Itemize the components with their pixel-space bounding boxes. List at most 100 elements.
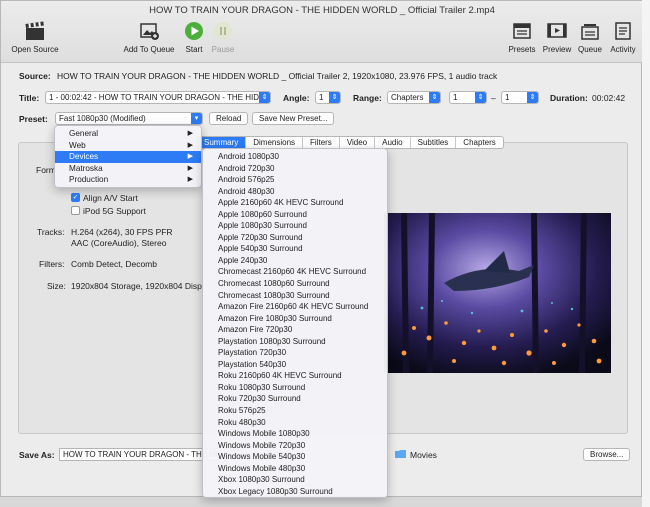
tab-dimensions[interactable]: Dimensions xyxy=(246,137,304,148)
queue-icon xyxy=(581,24,599,40)
folder-icon xyxy=(395,450,406,458)
start-label: Start xyxy=(185,45,203,54)
filters-value: Comb Detect, Decomb xyxy=(71,259,157,269)
submenu-arrow-icon: ▶ xyxy=(187,141,193,149)
device-preset-item[interactable]: Amazon Fire 720p30 xyxy=(203,324,387,336)
preset-category-menu: General ▶ Web ▶ Devices ▶ Matroska ▶ Product… xyxy=(54,125,202,188)
start-button[interactable]: Start xyxy=(181,21,207,54)
preset-select-value: Fast 1080p30 (Modified) xyxy=(59,114,146,123)
device-preset-item[interactable]: Windows Mobile 480p30 xyxy=(203,463,387,475)
activity-button[interactable]: Activity xyxy=(605,21,641,54)
presets-label: Presets xyxy=(508,45,536,54)
tab-video[interactable]: Video xyxy=(340,137,376,148)
activity-label: Activity xyxy=(610,45,636,54)
queue-button[interactable]: Queue xyxy=(575,21,605,54)
tab-chapters[interactable]: Chapters xyxy=(456,137,502,148)
menu-item-web[interactable]: Web ▶ xyxy=(55,140,201,152)
device-preset-item[interactable]: Chromecast 1080p30 Surround xyxy=(203,290,387,302)
submenu-arrow-icon: ▶ xyxy=(187,164,193,172)
preview-image xyxy=(384,213,611,373)
submenu-arrow-icon: ▶ xyxy=(187,130,193,137)
size-label: Size: xyxy=(47,281,66,291)
add-photo-icon xyxy=(140,23,159,40)
tab-summary[interactable]: Summary xyxy=(197,137,247,148)
chevron-updown-icon: ⇕ xyxy=(259,92,270,103)
device-preset-item[interactable]: Android 576p25 xyxy=(203,174,387,186)
chevron-updown-icon: ⇕ xyxy=(475,92,486,103)
submenu-arrow-icon: ▶ xyxy=(187,176,193,183)
preview-button[interactable]: Preview xyxy=(540,21,574,54)
add-to-queue-button[interactable]: Add To Queue xyxy=(119,21,179,54)
pause-icon xyxy=(214,22,232,40)
device-preset-item[interactable]: Apple 2160p60 4K HEVC Surround xyxy=(203,197,387,209)
device-preset-item[interactable]: Apple 720p30 Surround xyxy=(203,232,387,244)
device-preset-item[interactable]: Windows Mobile 1080p30 xyxy=(203,428,387,440)
device-preset-item[interactable]: Apple 540p30 Surround xyxy=(203,243,387,255)
align-av-checkbox[interactable]: ✓ xyxy=(71,193,80,202)
device-preset-item[interactable]: Chromecast 2160p60 4K HEVC Surround xyxy=(203,266,387,278)
device-preset-item[interactable]: Roku 720p30 Surround xyxy=(203,393,387,405)
device-preset-item[interactable]: Windows Mobile 540p30 xyxy=(203,451,387,463)
presets-button[interactable]: Presets xyxy=(505,21,539,54)
ipod-label: iPod 5G Support xyxy=(83,206,146,216)
device-preset-item[interactable]: Xbox 1080p30 Surround xyxy=(203,474,387,486)
tab-audio[interactable]: Audio xyxy=(375,137,411,148)
device-preset-item[interactable]: Roku 576p25 xyxy=(203,405,387,417)
ipod-checkbox[interactable] xyxy=(71,206,80,215)
chevron-updown-icon: ⇕ xyxy=(527,92,538,103)
menu-item-devices[interactable]: Devices ▶ xyxy=(55,151,201,163)
pause-button[interactable]: Pause xyxy=(208,21,238,54)
presets-icon xyxy=(513,23,531,39)
device-preset-item[interactable]: Apple 240p30 xyxy=(203,255,387,267)
save-as-field[interactable]: HOW TO TRAIN YOUR DRAGON - THE HIDDEN WO… xyxy=(59,448,219,461)
open-source-button[interactable]: Open Source xyxy=(9,21,61,54)
device-preset-item[interactable]: Android 720p30 xyxy=(203,163,387,175)
add-to-queue-label: Add To Queue xyxy=(123,45,175,54)
device-preset-item[interactable]: Roku 480p30 xyxy=(203,417,387,429)
save-folder-name[interactable]: Movies xyxy=(410,450,437,460)
align-av-label: Align A/V Start xyxy=(83,193,138,203)
device-preset-item[interactable]: Playstation 720p30 xyxy=(203,347,387,359)
preset-select[interactable]: Fast 1080p30 (Modified) ▾ xyxy=(55,112,203,125)
open-source-label: Open Source xyxy=(11,45,59,54)
chevron-down-icon: ▾ xyxy=(191,113,202,124)
toolbar: HOW TO TRAIN YOUR DRAGON - THE HIDDEN WO… xyxy=(1,1,643,63)
title-select[interactable]: 1 - 00:02:42 - HOW TO TRAIN YOUR DRAGON … xyxy=(45,91,271,104)
device-preset-item[interactable]: Android 480p30 xyxy=(203,186,387,198)
device-preset-item[interactable]: Apple 1080p30 Surround xyxy=(203,220,387,232)
reload-button[interactable]: Reload xyxy=(209,112,249,125)
device-preset-item[interactable]: Android 1080p30 xyxy=(203,151,387,163)
preview-label: Preview xyxy=(542,45,572,54)
menu-item-matroska[interactable]: Matroska ▶ xyxy=(55,163,201,175)
background-window-edge xyxy=(642,0,650,507)
menu-item-production[interactable]: Production ▶ xyxy=(55,174,201,186)
tracks-audio: AAC (CoreAudio), Stereo xyxy=(71,238,167,248)
menu-item-general[interactable]: General ▶ xyxy=(55,128,201,140)
tab-filters[interactable]: Filters xyxy=(303,137,340,148)
range-to-select[interactable]: 1 ⇕ xyxy=(501,91,539,104)
tracks-video: H.264 (x264), 30 FPS PFR xyxy=(71,227,173,237)
activity-log-icon xyxy=(615,22,631,40)
device-preset-item[interactable]: Xbox Legacy 1080p30 Surround xyxy=(203,486,387,498)
device-preset-item[interactable]: Playstation 1080p30 Surround xyxy=(203,336,387,348)
device-preset-item[interactable]: Roku 1080p30 Surround xyxy=(203,382,387,394)
device-preset-item[interactable]: Amazon Fire 1080p30 Surround xyxy=(203,313,387,325)
save-new-preset-button[interactable]: Save New Preset... xyxy=(252,112,335,125)
range-from-select[interactable]: 1 ⇕ xyxy=(449,91,487,104)
range-type-select[interactable]: Chapters ⇕ xyxy=(387,91,441,104)
devices-submenu: Android 1080p30 Android 720p30 Android 576… xyxy=(202,148,388,498)
device-preset-item[interactable]: Apple 1080p60 Surround xyxy=(203,209,387,221)
device-preset-item[interactable]: Playstation 540p30 xyxy=(203,359,387,371)
device-preset-item[interactable]: Roku 2160p60 4K HEVC Surround xyxy=(203,370,387,382)
preview-icon xyxy=(547,23,567,38)
filters-label: Filters: xyxy=(39,259,65,269)
device-preset-item[interactable]: Windows Mobile 720p30 xyxy=(203,440,387,452)
browse-button[interactable]: Browse... xyxy=(583,448,631,461)
device-preset-item[interactable]: Chromecast 1080p60 Surround xyxy=(203,278,387,290)
device-preset-item[interactable]: Amazon Fire 2160p60 4K HEVC Surround xyxy=(203,301,387,313)
save-as-label: Save As: xyxy=(19,450,55,460)
angle-select[interactable]: 1 ⇕ xyxy=(315,91,341,104)
queue-label: Queue xyxy=(577,45,603,54)
tab-subtitles[interactable]: Subtitles xyxy=(411,137,457,148)
tracks-label: Tracks: xyxy=(37,227,65,237)
